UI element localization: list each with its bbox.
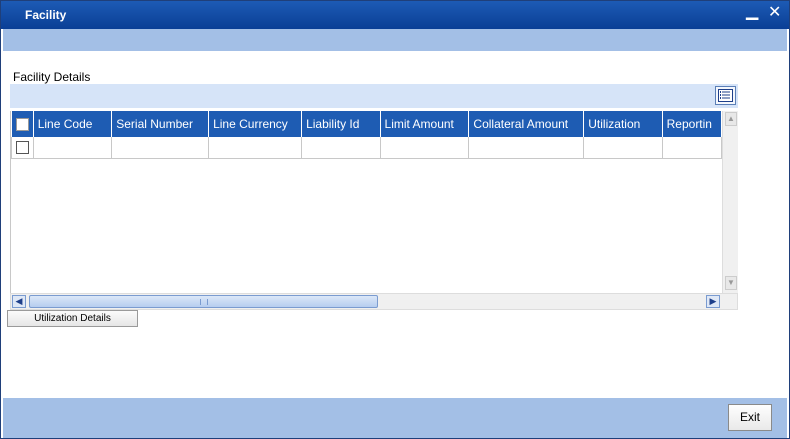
column-header[interactable]: Collateral Amount — [468, 111, 585, 137]
table-cell[interactable] — [301, 137, 381, 159]
scroll-right-icon[interactable]: ▶ — [706, 295, 720, 308]
horizontal-scrollbar[interactable]: ◀ ▶ — [10, 293, 738, 310]
footer-band — [3, 398, 787, 438]
title-bar: Facility ▁ ✕ — [1, 1, 789, 29]
select-all-header — [11, 111, 34, 137]
column-header[interactable]: Limit Amount — [380, 111, 470, 137]
table-cell[interactable] — [208, 137, 303, 159]
exit-button[interactable]: Exit — [728, 404, 772, 431]
utilization-details-button[interactable]: Utilization Details — [7, 310, 138, 327]
table-header-row: Line Code Serial Number Line Currency Li… — [11, 111, 722, 137]
close-icon[interactable]: ✕ — [768, 4, 781, 22]
scroll-left-icon[interactable]: ◀ — [12, 295, 26, 308]
column-settings-button[interactable] — [715, 86, 736, 105]
table-cell[interactable] — [583, 137, 663, 159]
column-header[interactable]: Line Currency — [208, 111, 303, 137]
column-header[interactable]: Reportin — [662, 111, 722, 137]
grid-toolbar — [10, 84, 738, 108]
section-title: Facility Details — [13, 70, 91, 84]
column-header[interactable]: Serial Number — [111, 111, 210, 137]
facility-table: Line Code Serial Number Line Currency Li… — [11, 111, 722, 159]
table-cell[interactable] — [468, 137, 585, 159]
column-header[interactable]: Utilization — [583, 111, 663, 137]
horizontal-scroll-thumb[interactable] — [29, 295, 378, 308]
select-all-checkbox[interactable] — [15, 118, 29, 132]
vertical-scrollbar[interactable]: ▲ ▼ — [722, 111, 738, 293]
table-cell[interactable] — [32, 137, 113, 159]
column-header[interactable]: Liability Id — [301, 111, 381, 137]
facility-grid: Line Code Serial Number Line Currency Li… — [10, 111, 722, 293]
table-cell[interactable] — [379, 137, 470, 159]
header-band — [3, 29, 787, 51]
row-select-cell — [11, 137, 34, 159]
scroll-down-icon[interactable]: ▼ — [725, 276, 737, 290]
table-cell[interactable] — [661, 137, 722, 159]
table-row — [11, 137, 722, 159]
column-header[interactable]: Line Code — [33, 111, 113, 137]
minimize-icon[interactable]: ▁ — [746, 3, 758, 21]
facility-window: Facility ▁ ✕ Facility Details Line Code … — [0, 0, 790, 439]
table-cell[interactable] — [111, 137, 210, 159]
row-checkbox[interactable] — [16, 141, 29, 155]
scroll-up-icon[interactable]: ▲ — [725, 112, 737, 126]
window-title: Facility — [25, 8, 67, 22]
scroll-grip-icon — [200, 299, 208, 305]
column-settings-icon — [718, 89, 733, 102]
